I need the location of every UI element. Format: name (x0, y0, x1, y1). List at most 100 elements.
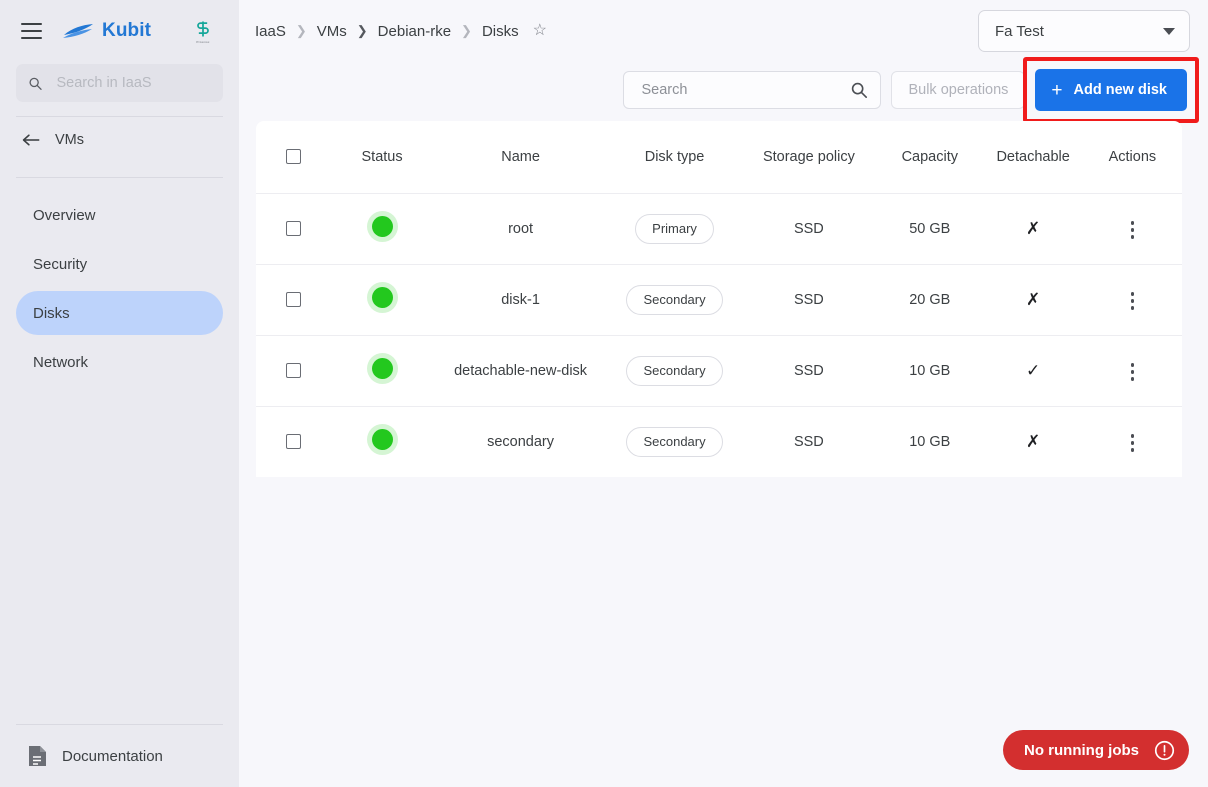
cell-name[interactable]: secondary (434, 406, 608, 477)
cell-storage-policy: SSD (741, 193, 877, 265)
sidebar-item-label: Disks (33, 304, 70, 322)
row-actions-menu-icon[interactable] (1125, 286, 1141, 316)
search-input[interactable] (639, 81, 851, 99)
row-actions-menu-icon[interactable] (1125, 428, 1141, 458)
sidebar-search-input[interactable] (54, 74, 211, 92)
row-select-cell (256, 335, 331, 407)
environment-selector[interactable]: Fa Test (978, 10, 1190, 52)
sidebar-item-label: Security (33, 255, 88, 273)
column-header-storage-policy[interactable]: Storage policy (741, 121, 877, 194)
select-all-checkbox[interactable] (285, 149, 301, 165)
cell-status (330, 193, 434, 265)
detachable-mark: ✗ (1026, 431, 1041, 451)
cell-name[interactable]: disk-1 (433, 264, 608, 336)
row-select-cell (256, 406, 330, 477)
breadcrumb-item-debian-rke[interactable]: Debian-rke (378, 23, 451, 40)
chevron-down-icon (1163, 27, 1175, 35)
top-bar: IaaS ❯ VMs ❯ Debian-rke ❯ Disks ☆ Fa Tes… (239, 0, 1208, 62)
search-icon (29, 77, 42, 90)
sidebar-item-overview[interactable]: Overview (16, 193, 223, 237)
breadcrumb-item-vms[interactable]: VMs (317, 23, 347, 40)
status-dot-icon (371, 216, 393, 237)
chevron-right-icon: ❯ (356, 23, 368, 38)
bulk-operations-button[interactable]: Bulk operations (891, 71, 1026, 109)
row-checkbox[interactable] (285, 292, 301, 308)
brand-logo[interactable]: Kubit (62, 20, 151, 42)
plus-icon: + (1051, 79, 1063, 101)
table-header-row: Status Name Disk type Storage policy Cap… (256, 121, 1182, 194)
column-header-actions: Actions (1082, 121, 1182, 194)
detachable-mark: ✓ (1026, 360, 1041, 380)
favorite-star-icon[interactable]: ☆ (533, 23, 547, 39)
cell-status (330, 406, 433, 477)
sidebar-item-documentation[interactable]: Documentation (0, 725, 239, 787)
sidebar-item-network[interactable]: Network (16, 340, 223, 384)
sidebar-header: Kubit Proxmox (0, 0, 239, 62)
cell-name[interactable]: root (433, 193, 608, 265)
add-new-disk-label: Add new disk (1073, 82, 1167, 98)
environment-selector-value: Fa Test (995, 22, 1044, 40)
sidebar-item-security[interactable]: Security (16, 242, 223, 286)
row-actions-menu-icon[interactable] (1125, 357, 1141, 387)
status-dot-icon (371, 358, 393, 379)
breadcrumb-item-iaas[interactable]: IaaS (255, 23, 286, 40)
column-header-disk-type[interactable]: Disk type (607, 121, 742, 194)
table-row[interactable]: secondary Secondary SSD 10 GB ✗ (256, 406, 1182, 477)
add-new-disk-wrapper: + Add new disk (1023, 57, 1199, 123)
cell-actions (1082, 264, 1182, 336)
chevron-right-icon: ❯ (295, 23, 307, 38)
cell-capacity: 50 GB (876, 193, 984, 265)
search-box[interactable] (623, 71, 882, 109)
running-jobs-label: No running jobs (1024, 741, 1139, 759)
hamburger-menu-icon[interactable] (14, 14, 48, 48)
cell-name[interactable]: detachable-new-disk (433, 335, 608, 407)
table-row[interactable]: disk-1 Secondary SSD 20 GB ✗ (256, 264, 1182, 336)
sidebar-back-vms[interactable]: VMs (0, 117, 239, 163)
column-header-detachable[interactable]: Detachable (983, 121, 1083, 194)
running-jobs-status-chip[interactable]: No running jobs (1003, 730, 1189, 770)
row-checkbox[interactable] (285, 434, 301, 450)
disk-type-badge: Secondary (626, 355, 723, 386)
cell-status (330, 335, 434, 407)
add-new-disk-button[interactable]: + Add new disk (1035, 69, 1187, 111)
sidebar-back-label: VMs (55, 132, 84, 148)
disks-table-card: Status Name Disk type Storage policy Cap… (256, 121, 1182, 477)
column-header-status[interactable]: Status (330, 121, 434, 194)
table-row[interactable]: root Primary SSD 50 GB ✗ (256, 193, 1182, 265)
sidebar: Kubit Proxmox VMs (0, 0, 239, 787)
main-content: IaaS ❯ VMs ❯ Debian-rke ❯ Disks ☆ Fa Tes… (239, 0, 1208, 787)
document-icon (29, 746, 46, 766)
sidebar-item-disks[interactable]: Disks (16, 291, 223, 335)
row-actions-menu-icon[interactable] (1125, 215, 1141, 245)
partner-sub-label: Proxmox (196, 39, 210, 44)
cell-status (330, 264, 434, 336)
brand-name: Kubit (102, 20, 152, 41)
partner-mark-icon (197, 21, 209, 36)
breadcrumb: IaaS ❯ VMs ❯ Debian-rke ❯ Disks ☆ (255, 23, 547, 40)
disk-type-badge: Primary (635, 213, 714, 244)
search-icon[interactable] (850, 81, 868, 99)
row-checkbox[interactable] (285, 221, 301, 237)
cell-detachable: ✗ (983, 264, 1083, 336)
app-root: Kubit Proxmox VMs (0, 0, 1208, 787)
detachable-mark: ✗ (1026, 218, 1041, 238)
sidebar-search[interactable] (16, 64, 223, 102)
column-header-capacity[interactable]: Capacity (876, 121, 984, 194)
breadcrumb-item-disks[interactable]: Disks (482, 23, 519, 40)
table-row[interactable]: detachable-new-disk Secondary SSD 10 GB … (256, 335, 1182, 407)
chevron-right-icon: ❯ (461, 23, 472, 38)
cell-disk-type: Primary (607, 193, 742, 265)
cell-detachable: ✓ (983, 335, 1083, 407)
sidebar-footer: Documentation (0, 724, 239, 787)
disk-type-badge: Secondary (626, 426, 723, 457)
sidebar-item-label: Network (33, 353, 89, 371)
detachable-mark: ✗ (1026, 289, 1041, 309)
table-head: Status Name Disk type Storage policy Cap… (256, 121, 1182, 194)
cell-detachable: ✗ (984, 406, 1083, 477)
select-all-cell (256, 121, 331, 194)
column-header-name[interactable]: Name (433, 121, 608, 194)
status-dot-icon (371, 429, 393, 451)
row-checkbox[interactable] (285, 363, 301, 379)
cell-actions (1083, 406, 1182, 477)
cell-detachable: ✗ (983, 193, 1083, 265)
